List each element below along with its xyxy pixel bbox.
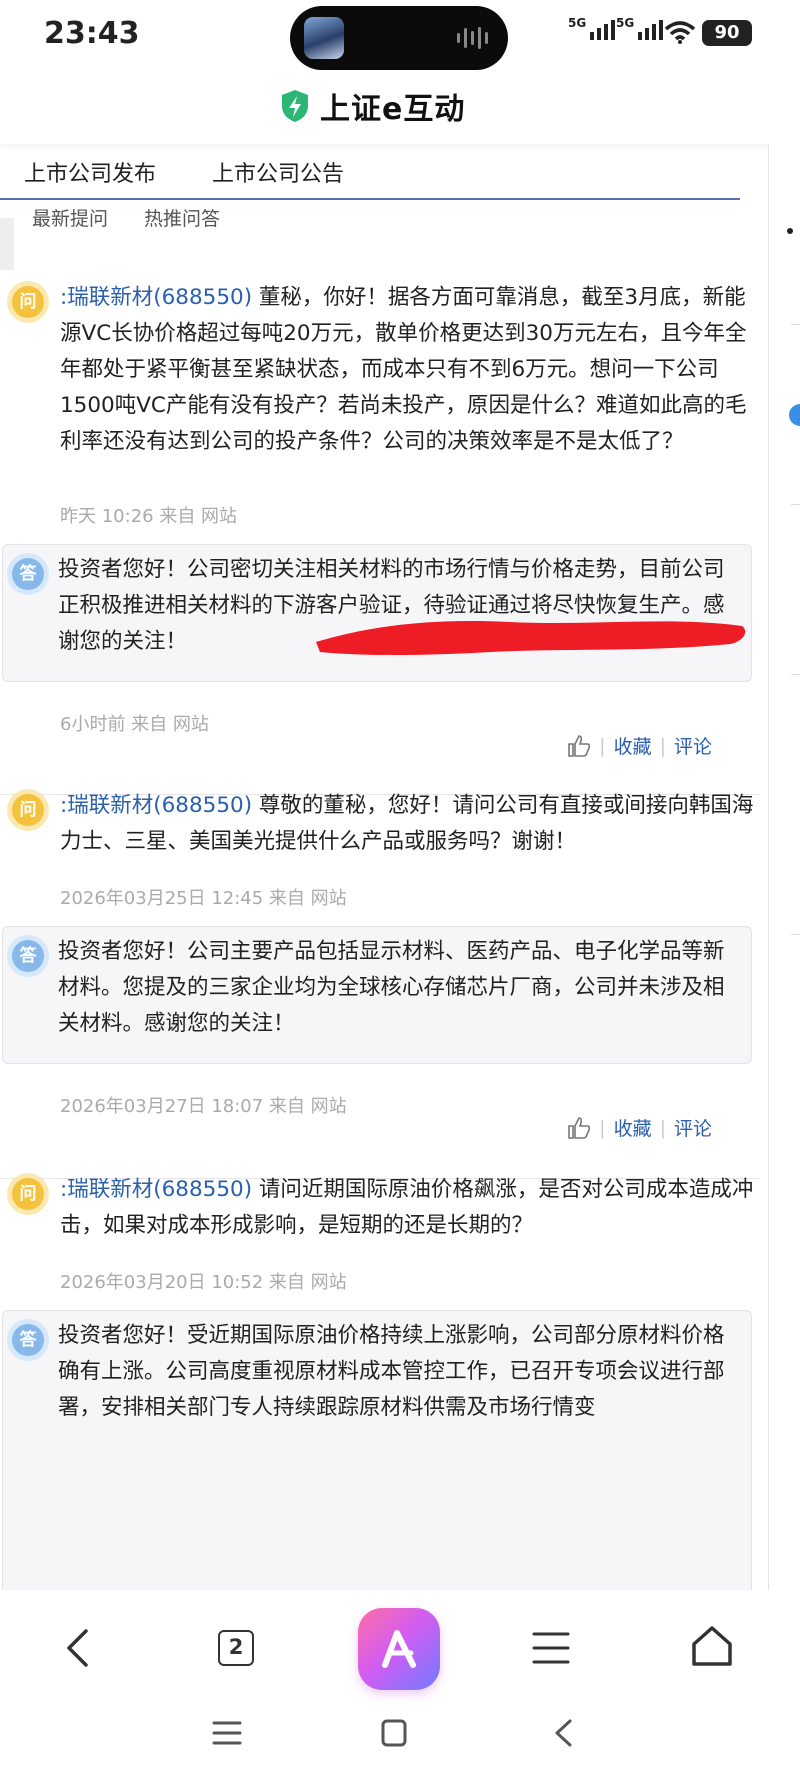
media-thumbnail	[304, 17, 344, 59]
question-text[interactable]: :瑞联新材(688550) 董秘，你好！据各方面可靠消息，截至3月底，新能源VC…	[60, 280, 760, 460]
cell-signal-2-icon: 5G	[616, 16, 663, 40]
question-meta: 2026年03月25日 12:45 来自 网站	[60, 888, 347, 909]
thumbs-up-icon[interactable]	[567, 734, 591, 758]
system-back-icon[interactable]	[552, 1718, 574, 1748]
company-link[interactable]: :瑞联新材(688550)	[60, 285, 252, 310]
system-home-icon[interactable]	[380, 1718, 408, 1748]
answer-icon: 答	[12, 940, 44, 972]
bullet-icon	[787, 228, 793, 234]
redaction-mark	[316, 620, 746, 655]
status-bar: 23:43 5G 5G 90	[0, 0, 800, 70]
answer-meta: 6小时前 来自 网站	[60, 714, 209, 735]
dynamic-island[interactable]	[290, 6, 508, 70]
tab-count: 2	[218, 1630, 254, 1666]
app-title: 上证e互动	[320, 92, 466, 127]
question-text[interactable]: :瑞联新材(688550) 请问近期国际原油价格飙涨，是否对公司成本造成冲击，如…	[60, 1172, 760, 1244]
comment-button[interactable]: 评论	[674, 732, 712, 759]
answer-icon: 答	[12, 1324, 44, 1356]
question-meta: 2026年03月20日 10:52 来自 网站	[60, 1272, 347, 1293]
menu-icon[interactable]	[532, 1628, 570, 1668]
app-logo-icon	[382, 1630, 416, 1668]
company-link[interactable]: :瑞联新材(688550)	[60, 793, 252, 818]
question-body: 董秘，你好！据各方面可靠消息，截至3月底，新能源VC长协价格超过每吨20万元，散…	[60, 285, 747, 454]
collect-button[interactable]: 收藏	[614, 1114, 652, 1141]
status-time: 23:43	[44, 16, 140, 51]
action-separator: |	[599, 734, 606, 757]
answer-icon: 答	[12, 558, 44, 590]
qa-actions: | 收藏 | 评论	[567, 732, 712, 759]
answer-text: 投资者您好！受近期国际原油价格持续上涨影响，公司部分原材料价格确有上涨。公司高度…	[58, 1323, 725, 1420]
question-icon: 问	[12, 286, 44, 318]
battery-indicator: 90	[702, 20, 752, 46]
shield-logo-icon	[282, 90, 308, 122]
thumbs-up-icon[interactable]	[567, 1116, 591, 1140]
subtab-latest-questions[interactable]: 最新提问	[32, 204, 108, 231]
question-icon: 问	[12, 1178, 44, 1210]
brand: 上证e互动	[280, 84, 465, 128]
side-toggle-icon[interactable]	[789, 404, 800, 426]
question-text[interactable]: :瑞联新材(688550) 尊敬的董秘，您好！请问公司有直接或间接向韩国海力士、…	[60, 788, 760, 860]
app-header: 上证e互动	[0, 70, 800, 144]
tabs-button[interactable]: 2	[218, 1630, 254, 1666]
comment-button[interactable]: 评论	[674, 1114, 712, 1141]
wifi-icon	[664, 21, 696, 44]
signal-2-label: 5G	[616, 16, 635, 30]
answer-meta: 2026年03月27日 18:07 来自 网站	[60, 1096, 347, 1117]
collect-button[interactable]: 收藏	[614, 732, 652, 759]
subtab-hot-qa[interactable]: 热推问答	[144, 204, 220, 231]
side-divider	[791, 674, 800, 675]
side-divider	[791, 504, 800, 505]
question-meta: 昨天 10:26 来自 网站	[60, 506, 238, 527]
question-icon: 问	[12, 794, 44, 826]
back-icon[interactable]	[64, 1628, 90, 1668]
side-divider	[791, 934, 800, 935]
main-content[interactable]: 上市公司发布 上市公司公告 最新提问 热推问答 问 :瑞联新材(688550) …	[0, 144, 800, 1590]
cell-signal-1-icon: 5G	[568, 16, 615, 40]
app-launcher-button[interactable]	[358, 1608, 440, 1690]
side-panel-edge[interactable]	[768, 144, 800, 1590]
tab-company-announcement[interactable]: 上市公司公告	[212, 156, 344, 188]
action-separator: |	[659, 1116, 666, 1139]
action-separator: |	[659, 734, 666, 757]
subtab-indicator	[0, 218, 14, 270]
main-tabs: 上市公司发布 上市公司公告	[0, 144, 740, 200]
qa-actions: | 收藏 | 评论	[567, 1114, 712, 1141]
answer-text: 投资者您好！公司主要产品包括显示材料、医药产品、电子化学品等新材料。您提及的三家…	[58, 939, 725, 1036]
audio-wave-icon	[457, 26, 488, 50]
tab-company-release[interactable]: 上市公司发布	[24, 156, 156, 188]
side-divider	[791, 324, 800, 325]
home-icon[interactable]	[690, 1624, 734, 1668]
signal-1-label: 5G	[568, 16, 587, 30]
action-separator: |	[599, 1116, 606, 1139]
bottom-navigation: 2	[0, 1590, 800, 1778]
company-link[interactable]: :瑞联新材(688550)	[60, 1177, 252, 1202]
system-menu-icon[interactable]	[212, 1720, 242, 1746]
